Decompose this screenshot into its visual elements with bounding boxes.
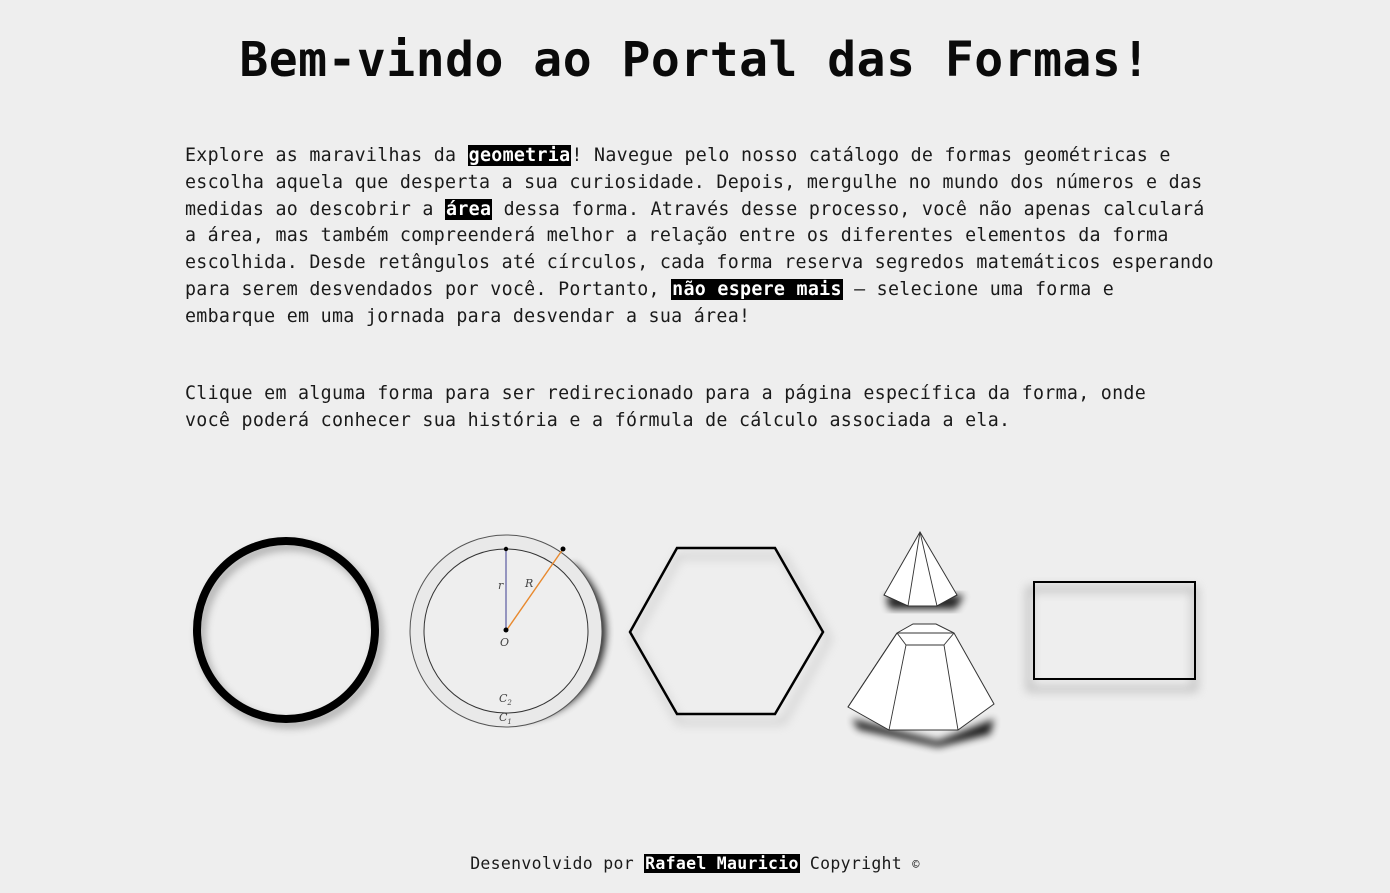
annulus-shape-link[interactable]: r R O C2 C1 bbox=[404, 529, 609, 734]
hexagon-icon bbox=[628, 546, 832, 724]
page-title: Bem-vindo ao Portal das Formas! bbox=[239, 32, 1151, 88]
page: Bem-vindo ao Portal das Formas! Explore … bbox=[0, 0, 1390, 893]
highlight-area: área bbox=[445, 198, 493, 220]
copyright-icon: © bbox=[912, 857, 920, 872]
highlight-nao-espere-mais: não espere mais bbox=[671, 278, 843, 300]
author-name: Rafael Mauricio bbox=[644, 854, 800, 873]
footer-prefix: Desenvolvido por bbox=[470, 854, 645, 873]
intro-text-1: Explore as maravilhas da bbox=[185, 145, 468, 166]
rectangle-icon bbox=[1026, 581, 1198, 692]
footer: Desenvolvido por Rafael Mauricio Copyrig… bbox=[0, 854, 1390, 873]
annulus-icon: r R O C2 C1 bbox=[409, 534, 606, 728]
label-R: R bbox=[524, 577, 533, 590]
label-O: O bbox=[500, 636, 509, 649]
frustum-pyramid-shape-link[interactable] bbox=[840, 529, 1005, 747]
circle-icon bbox=[193, 537, 384, 729]
instruction-paragraph: Clique em alguma forma para ser redireci… bbox=[185, 383, 1147, 431]
frustum-pyramid-icon bbox=[847, 531, 995, 747]
hexagon-shape-link[interactable] bbox=[626, 544, 832, 724]
label-r: r bbox=[498, 579, 504, 592]
intro-paragraph: Explore as maravilhas da geometria! Nave… bbox=[185, 143, 1215, 331]
circle-shape-link[interactable] bbox=[186, 530, 386, 730]
footer-suffix: Copyright bbox=[799, 854, 913, 873]
rectangle-shape-link[interactable] bbox=[1025, 575, 1210, 700]
highlight-geometria: geometria bbox=[467, 145, 572, 166]
